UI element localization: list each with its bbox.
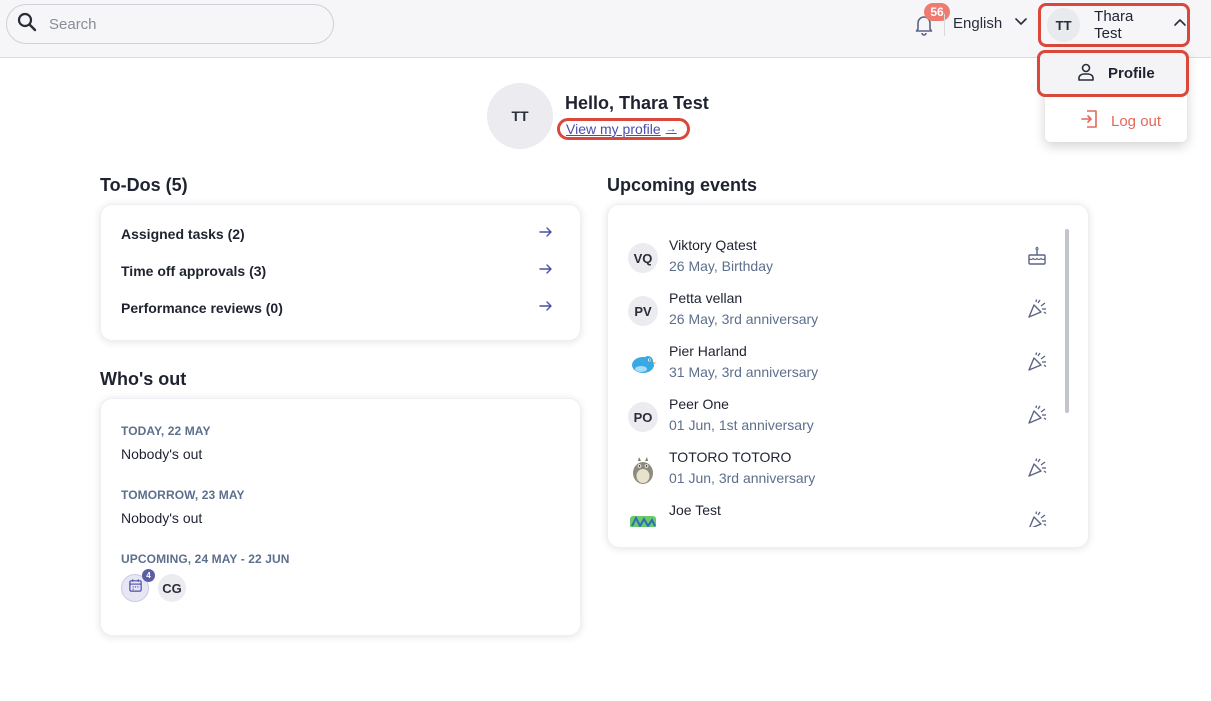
arrow-right-icon: [539, 299, 553, 318]
user-menu-dropdown: Profile Log out: [1037, 50, 1189, 142]
language-selector[interactable]: English: [953, 14, 1028, 32]
party-popper-icon: [1026, 457, 1048, 479]
search-input[interactable]: [49, 15, 309, 33]
todo-item-assigned-tasks[interactable]: Assigned tasks (2): [121, 222, 553, 246]
search-box[interactable]: [6, 4, 334, 44]
menu-item-profile[interactable]: Profile: [1037, 50, 1189, 97]
logout-icon: [1079, 109, 1099, 133]
view-profile-link[interactable]: View my profile →: [557, 118, 690, 140]
search-icon: [17, 12, 37, 37]
event-person-name: Peer One: [669, 396, 729, 412]
avatar: VQ: [628, 243, 658, 273]
greeting-title: Hello, Thara Test: [565, 93, 709, 113]
whos-out-title: Who's out: [100, 369, 187, 389]
event-detail: 01 Jun, 3rd anniversary: [669, 470, 816, 486]
calendar-count-badge: 4: [142, 569, 155, 582]
sticker-avatar: [628, 508, 658, 527]
event-item: Pier Harland 31 May, 3rd anniversary: [628, 343, 1058, 387]
arrow-right-icon: →: [665, 123, 677, 135]
user-menu-button[interactable]: TT Thara Test: [1038, 3, 1190, 47]
upcoming-heading: UPCOMING, 24 MAY - 22 JUN: [121, 552, 290, 566]
arrow-right-icon: [539, 262, 553, 281]
calendar-icon: [128, 578, 143, 598]
events-list[interactable]: VQ Viktory Qatest 26 May, Birthday PV Pe…: [608, 225, 1088, 527]
today-heading: TODAY, 22 MAY: [121, 424, 211, 438]
chevron-down-icon: [1014, 14, 1028, 32]
avatar: TT: [1047, 8, 1081, 42]
event-person-name: Joe Test: [669, 502, 721, 518]
event-person-name: Viktory Qatest: [669, 237, 757, 253]
party-popper-icon: [1026, 298, 1048, 320]
event-detail: 26 May, Birthday: [669, 258, 774, 274]
top-bar: 56 English TT Thara Test: [0, 0, 1211, 58]
event-item: VQ Viktory Qatest 26 May, Birthday: [628, 237, 1058, 281]
bell-icon: [912, 16, 936, 40]
party-popper-icon: [1026, 404, 1048, 426]
event-item: TOTORO TOTORO 01 Jun, 3rd anniversary: [628, 449, 1058, 493]
todos-title: To-Dos (5): [100, 175, 188, 195]
arrow-right-icon: [539, 225, 553, 244]
event-person-name: Petta vellan: [669, 290, 743, 306]
profile-avatar: TT: [487, 83, 553, 149]
todo-label: Assigned tasks (2): [121, 226, 245, 242]
avatar: PO: [628, 402, 658, 432]
events-title: Upcoming events: [607, 175, 758, 195]
tomorrow-heading: TOMORROW, 23 MAY: [121, 488, 245, 502]
events-scrollbar[interactable]: [1065, 229, 1069, 413]
events-card: VQ Viktory Qatest 26 May, Birthday PV Pe…: [607, 204, 1089, 548]
event-detail: 01 Jun, 1st anniversary: [669, 417, 814, 433]
cake-icon: [1026, 245, 1048, 267]
tomorrow-status: Nobody's out: [121, 510, 203, 526]
view-profile-label: View my profile: [566, 121, 661, 137]
todos-card: Assigned tasks (2) Time off approvals (3…: [100, 204, 581, 341]
todo-label: Time off approvals (3): [121, 263, 267, 279]
avatar[interactable]: CG: [158, 574, 186, 602]
header-divider: [944, 14, 945, 36]
party-popper-icon: [1026, 510, 1048, 527]
bird-avatar: [628, 349, 658, 379]
event-item: PV Petta vellan 26 May, 3rd anniversary: [628, 290, 1058, 334]
todo-label: Performance reviews (0): [121, 300, 283, 316]
event-person-name: TOTORO TOTORO: [669, 449, 792, 465]
menu-item-profile-label: Profile: [1108, 65, 1155, 82]
event-detail: 31 May, 3rd anniversary: [669, 364, 819, 380]
menu-item-logout-label: Log out: [1111, 112, 1162, 130]
user-name: Thara Test: [1094, 8, 1134, 42]
notification-count-badge: 56: [924, 3, 950, 21]
event-item: Joe Test: [628, 502, 1058, 527]
whos-out-card: TODAY, 22 MAY Nobody's out TOMORROW, 23 …: [100, 398, 581, 636]
totoro-avatar: [628, 455, 658, 485]
chevron-up-icon: [1163, 16, 1187, 35]
menu-item-logout[interactable]: Log out: [1045, 106, 1187, 136]
language-label: English: [953, 14, 1003, 32]
todo-item-performance-reviews[interactable]: Performance reviews (0): [121, 296, 553, 320]
today-status: Nobody's out: [121, 446, 203, 462]
avatar: PV: [628, 296, 658, 326]
party-popper-icon: [1026, 351, 1048, 373]
event-person-name: Pier Harland: [669, 343, 747, 359]
event-item: PO Peer One 01 Jun, 1st anniversary: [628, 396, 1058, 440]
todo-item-time-off-approvals[interactable]: Time off approvals (3): [121, 259, 553, 283]
person-icon: [1076, 62, 1096, 86]
event-detail: 26 May, 3rd anniversary: [669, 311, 819, 327]
